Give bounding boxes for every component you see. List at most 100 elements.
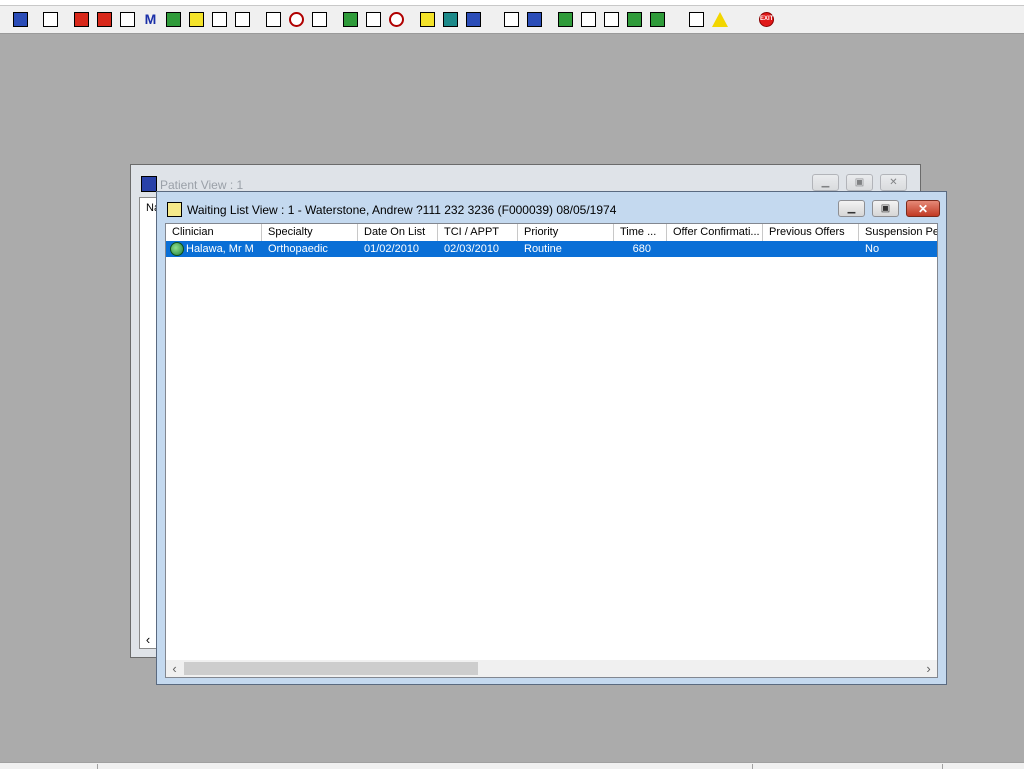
target-button[interactable] [386, 9, 407, 30]
column-header-offer-confirmation[interactable]: Offer Confirmati... [667, 224, 763, 241]
chart-button[interactable] [524, 9, 545, 30]
exit-button[interactable]: EXIT [756, 9, 777, 30]
transfer-icon [689, 12, 704, 27]
screen-button[interactable] [340, 9, 361, 30]
horizontal-scrollbar[interactable]: ‹ › [166, 660, 937, 677]
maximize-button[interactable]: ▣ [872, 200, 899, 217]
warning-icon [711, 12, 728, 27]
arrow-doc-icon [604, 12, 619, 27]
printer-icon [43, 12, 58, 27]
book-button[interactable] [71, 9, 92, 30]
check-doc-icon [581, 12, 596, 27]
arrow-doc-button[interactable] [601, 9, 622, 30]
restore-icon: ▣ [880, 202, 891, 214]
m-icon: M [144, 11, 157, 27]
restore-icon: ▣ [854, 176, 865, 188]
monitor-button[interactable] [309, 9, 330, 30]
list-button[interactable] [417, 9, 438, 30]
cell-clinician: Halawa, Mr M [186, 243, 254, 255]
close-button[interactable]: ✕ [880, 174, 907, 191]
close-button[interactable]: ✕ [906, 200, 940, 217]
chart-icon [527, 12, 542, 27]
clock-button[interactable] [286, 9, 307, 30]
cell-previous-offers [763, 241, 859, 257]
table-row[interactable]: Halawa, Mr M Orthopaedic 01/02/2010 02/0… [166, 241, 937, 257]
main-toolbar: M EXIT [0, 0, 1024, 34]
monitor-icon [312, 12, 327, 27]
person-bed-button[interactable] [463, 9, 484, 30]
scrollbar-thumb[interactable] [184, 662, 478, 675]
transport-icon [235, 12, 250, 27]
column-header-suspension[interactable]: Suspension Pe [859, 224, 937, 241]
patient-icon [141, 176, 157, 192]
patient-view-title: Patient View : 1 [160, 178, 244, 192]
target-icon [389, 12, 404, 27]
refresh-button[interactable] [647, 9, 668, 30]
warning-button[interactable] [709, 9, 730, 30]
waiting-list-view-window[interactable]: Waiting List View : 1 - Waterstone, Andr… [156, 191, 947, 685]
green-arrow-button[interactable] [624, 9, 645, 30]
patient-button[interactable] [10, 9, 31, 30]
cell-priority: Routine [524, 243, 562, 255]
waiting-list-title: Waiting List View : 1 - Waterstone, Andr… [187, 203, 617, 217]
menu-strip [0, 0, 1024, 6]
cell-suspension: No [865, 243, 880, 255]
column-header-date-on-list[interactable]: Date On List [358, 224, 438, 241]
ambulance-icon [212, 12, 227, 27]
minimize-button[interactable]: ▁ [812, 174, 839, 191]
doctor-button[interactable] [163, 9, 184, 30]
report-button[interactable] [117, 9, 138, 30]
transfer-button[interactable] [686, 9, 707, 30]
search-doc-button[interactable] [263, 9, 284, 30]
folder-edit-icon [97, 12, 112, 27]
bed-button[interactable] [440, 9, 461, 30]
refresh-icon [650, 12, 665, 27]
book-icon [74, 12, 89, 27]
waiting-list-icon [167, 202, 182, 217]
patient-list-pane: Na [139, 197, 157, 649]
column-header-priority[interactable]: Priority [518, 224, 614, 241]
column-header-tci-appt[interactable]: TCI / APPT [438, 224, 518, 241]
cell-specialty: Orthopaedic [268, 243, 328, 255]
transport-button[interactable] [232, 9, 253, 30]
doctor-icon [166, 12, 181, 27]
column-header-clinician[interactable]: Clinician [166, 224, 262, 241]
list-icon [420, 12, 435, 27]
printer-button[interactable] [40, 9, 61, 30]
minimize-icon: ▁ [847, 202, 856, 214]
scroll-left-icon[interactable]: ‹ [166, 660, 183, 677]
maximize-button[interactable]: ▣ [846, 174, 873, 191]
page-icon [504, 12, 519, 27]
search-doc-icon [266, 12, 281, 27]
notes-button[interactable] [186, 9, 207, 30]
ambulance-button[interactable] [209, 9, 230, 30]
cell-tci-appt: 02/03/2010 [444, 243, 500, 255]
folder-edit-button[interactable] [94, 9, 115, 30]
person-bed-icon [466, 12, 481, 27]
column-header-specialty[interactable]: Specialty [262, 224, 358, 241]
edit-screen-icon [366, 12, 381, 27]
clock-icon [289, 12, 304, 27]
screen-icon [343, 12, 358, 27]
minimize-button[interactable]: ▁ [838, 200, 865, 217]
page-button[interactable] [501, 9, 522, 30]
patient-view-titlebar[interactable]: Patient View : 1 ▁ ▣ ✕ [131, 165, 920, 193]
column-header-previous-offers[interactable]: Previous Offers [763, 224, 859, 241]
green-arrow-icon [627, 12, 642, 27]
globe-icon [558, 12, 573, 27]
exit-icon: EXIT [759, 12, 774, 27]
notes-icon [189, 12, 204, 27]
scroll-right-icon[interactable]: › [920, 660, 937, 677]
cell-offer-confirmation [667, 241, 763, 257]
bed-icon [443, 12, 458, 27]
minimize-icon: ▁ [821, 176, 830, 188]
m-button[interactable]: M [140, 9, 161, 30]
waiting-list-grid[interactable]: Clinician Specialty Date On List TCI / A… [165, 223, 938, 678]
check-doc-button[interactable] [578, 9, 599, 30]
scroll-left-arrow[interactable]: ‹ [139, 631, 157, 649]
column-header-time[interactable]: Time ... [614, 224, 667, 241]
close-icon: ✕ [917, 201, 929, 216]
globe-button[interactable] [555, 9, 576, 30]
grid-header: Clinician Specialty Date On List TCI / A… [166, 224, 937, 242]
edit-screen-button[interactable] [363, 9, 384, 30]
